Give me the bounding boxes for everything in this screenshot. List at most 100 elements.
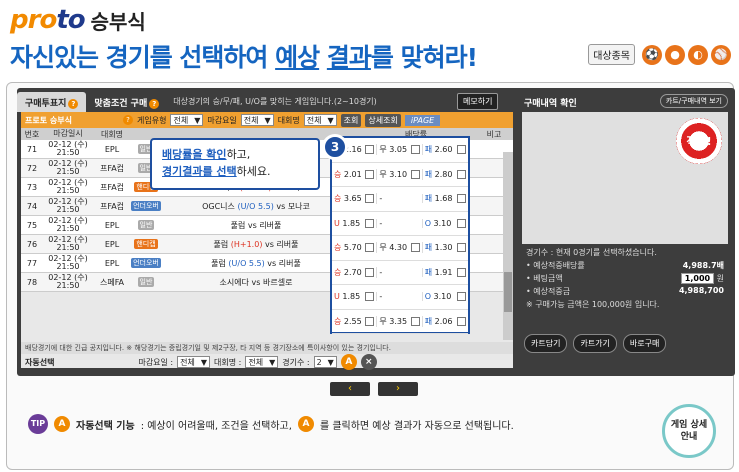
memo-button[interactable]: 메모하기 bbox=[457, 93, 499, 110]
auto-select-icon[interactable]: A bbox=[340, 354, 357, 370]
auto-league-select[interactable]: 전체 ▼ bbox=[245, 356, 279, 368]
odds-lose[interactable]: O 3.10 bbox=[423, 292, 468, 302]
odds-win[interactable]: 승 2.70 bbox=[332, 266, 378, 278]
deadline-label: 마감요일 bbox=[207, 115, 237, 125]
next-button[interactable]: › bbox=[378, 382, 418, 396]
odds-draw[interactable]: 무 4.30 bbox=[377, 242, 423, 254]
odds-checkbox[interactable] bbox=[410, 145, 420, 155]
odds-checkbox[interactable] bbox=[365, 218, 375, 228]
odds-checkbox[interactable] bbox=[365, 194, 375, 204]
bet-amount: • 베팅금액 1,000 원 bbox=[526, 273, 724, 284]
auto-select-bar: 자동선택 마감요일 : 전체 ▼ 대회명 : 전체 ▼ 경기수 : 2 ▼ A × bbox=[21, 354, 513, 370]
odds-win[interactable]: 승 2.55 bbox=[332, 315, 378, 327]
odds-win[interactable]: U 1.85 bbox=[332, 218, 378, 228]
auto-count-select[interactable]: 2 ▼ bbox=[313, 356, 337, 368]
cart-panel: 구매내역 확인 카트/구매내역 보기 적중! 경기수 : 현재 0경기를 선택하… bbox=[518, 90, 732, 375]
odds-draw[interactable]: - bbox=[377, 292, 423, 302]
row-date: 02-12 (수) 21:50 bbox=[48, 254, 88, 271]
row-no: 78 bbox=[26, 277, 38, 287]
panel-title: 프로토 승부식 bbox=[25, 115, 72, 125]
odds-win[interactable]: 승 2.01 bbox=[332, 168, 378, 180]
row-league: 프FA컵 bbox=[99, 201, 125, 211]
game-type-select[interactable]: 전체 ▼ bbox=[170, 114, 204, 126]
scroll-thumb[interactable] bbox=[504, 272, 512, 312]
odds-lose[interactable]: 패 1.68 bbox=[423, 193, 468, 204]
odds-lose[interactable]: 패 1.30 bbox=[423, 242, 468, 253]
row-league: 프FA컵 bbox=[99, 182, 125, 192]
col-league: 대회명 bbox=[100, 129, 124, 139]
query-button[interactable]: 조회 bbox=[340, 113, 362, 127]
help-icon[interactable]: ? bbox=[123, 115, 133, 125]
game-type-badge: 언더오버 bbox=[131, 258, 161, 268]
game-type-badge: 일반 bbox=[137, 220, 155, 230]
odds-draw[interactable]: - bbox=[377, 194, 423, 204]
row-date: 02-12 (수) 21:50 bbox=[48, 235, 88, 252]
step-number: 3 bbox=[322, 134, 348, 160]
help-icon[interactable]: ? bbox=[68, 99, 79, 109]
odds-checkbox[interactable] bbox=[457, 267, 467, 277]
odds-draw[interactable]: 무 3.10 bbox=[377, 168, 423, 180]
league-select[interactable]: 전체 ▼ bbox=[303, 114, 337, 126]
tip-text-2: 를 클릭하면 예상 결과가 자동으로 선택됩니다. bbox=[319, 420, 514, 432]
odds-draw[interactable]: 무 3.05 bbox=[377, 144, 423, 156]
auto-deadline-select[interactable]: 전체 ▼ bbox=[177, 356, 211, 368]
odds-lose[interactable]: 패 2.60 bbox=[423, 144, 468, 155]
odds-checkbox[interactable] bbox=[365, 316, 375, 326]
odds-win[interactable]: 승 3.65 bbox=[332, 193, 378, 205]
prev-button[interactable]: ‹ bbox=[330, 382, 370, 396]
odds-checkbox[interactable] bbox=[457, 169, 467, 179]
footnote: 배당경기에 대한 긴급 공지입니다. ※ 해당경기는 증립경기일 및 제2구장,… bbox=[21, 342, 513, 354]
baseball-icon[interactable]: ⚾ bbox=[711, 44, 731, 65]
odds-lose[interactable]: 패 1.91 bbox=[423, 267, 468, 278]
row-no: 76 bbox=[26, 239, 38, 249]
odds-checkbox[interactable] bbox=[457, 194, 467, 204]
odds-checkbox[interactable] bbox=[365, 292, 375, 302]
odds-win[interactable]: U 1.85 bbox=[332, 292, 378, 302]
odds-checkbox[interactable] bbox=[457, 292, 467, 302]
row-match: 풀럼 vs 리버풀 bbox=[230, 220, 282, 230]
cart-history-button[interactable]: 카트/구매내역 보기 bbox=[659, 94, 728, 108]
odds-checkbox[interactable] bbox=[365, 243, 375, 253]
expected-payout: • 예상적중금 4,988,700 bbox=[526, 286, 724, 296]
bet-amount-input[interactable]: 1,000 bbox=[680, 273, 715, 284]
odds-checkbox[interactable] bbox=[410, 243, 420, 253]
odds-checkbox[interactable] bbox=[457, 145, 467, 155]
basketball-icon[interactable]: ● bbox=[665, 44, 685, 65]
odds-lose[interactable]: 패 2.06 bbox=[423, 316, 468, 327]
go-to-cart-button[interactable]: 카트가기 bbox=[573, 334, 617, 353]
soccer-ball-icon[interactable]: ⚽ bbox=[642, 44, 662, 65]
odds-lose[interactable]: O 3.10 bbox=[423, 218, 468, 228]
scrollbar[interactable] bbox=[503, 152, 513, 340]
odds-draw[interactable]: - bbox=[377, 218, 423, 228]
odds-draw[interactable]: 무 3.35 bbox=[377, 315, 423, 327]
odds-win[interactable]: 승 5.70 bbox=[332, 242, 378, 254]
odds-checkbox[interactable] bbox=[457, 316, 467, 326]
game-detail-button[interactable]: 게임 상세 안내 bbox=[662, 404, 716, 458]
odds-row: U 1.85 - O 3.10 bbox=[332, 285, 468, 310]
odds-checkbox[interactable] bbox=[410, 169, 420, 179]
odds-checkbox[interactable] bbox=[365, 145, 375, 155]
odds-checkbox[interactable] bbox=[410, 316, 420, 326]
detail-query-button[interactable]: 상세조회 bbox=[365, 113, 401, 127]
odds-checkbox[interactable] bbox=[365, 267, 375, 277]
odds-checkbox[interactable] bbox=[457, 243, 467, 253]
deadline-select[interactable]: 전체 ▼ bbox=[240, 114, 274, 126]
close-icon[interactable]: × bbox=[360, 354, 377, 370]
pager: ‹ › bbox=[330, 382, 418, 396]
odds-checkbox[interactable] bbox=[365, 169, 375, 179]
odds-checkbox[interactable] bbox=[457, 218, 467, 228]
odds-highlight-box: 승 2.16 무 3.05 패 2.60승 2.01 무 3.10 패 2.80… bbox=[330, 136, 470, 334]
tab-custom[interactable]: 맞춤조건 구매? bbox=[86, 92, 167, 112]
chevron-down-icon: ▼ bbox=[327, 115, 334, 125]
tab-buy[interactable]: 구매투표지? bbox=[17, 92, 87, 112]
auto-select-label: 자동선택 bbox=[25, 357, 55, 367]
buy-now-button[interactable]: 바로구매 bbox=[622, 334, 667, 353]
ipage-button[interactable]: iPAGE bbox=[404, 114, 441, 126]
odds-draw[interactable]: - bbox=[377, 267, 423, 277]
add-to-cart-button[interactable]: 카트담기 bbox=[524, 334, 568, 353]
sports-label: 대상종목 bbox=[588, 44, 635, 65]
help-icon[interactable]: ? bbox=[149, 99, 160, 109]
odds-row: 승 5.70 무 4.30 패 1.30 bbox=[332, 236, 468, 261]
volleyball-icon[interactable]: ◐ bbox=[688, 44, 708, 65]
odds-lose[interactable]: 패 2.80 bbox=[423, 169, 468, 180]
